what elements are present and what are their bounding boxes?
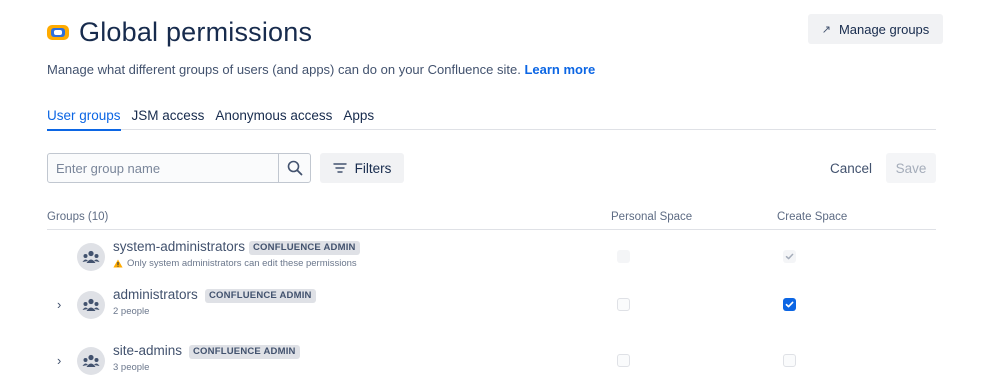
warning-text: Only system administrators can edit thes…: [127, 258, 357, 269]
group-name: administrators: [113, 287, 198, 302]
confluence-logo-icon: [47, 24, 69, 40]
personal-space-checkbox[interactable]: [617, 354, 630, 367]
chevron-right-icon[interactable]: ›: [57, 298, 69, 312]
warning-icon: [113, 259, 123, 268]
page-description: Manage what different groups of users (a…: [47, 62, 595, 77]
status-badge: CONFLUENCE ADMIN: [189, 345, 300, 359]
search-button[interactable]: [278, 154, 310, 182]
learn-more-link[interactable]: Learn more: [524, 62, 595, 77]
manage-groups-button[interactable]: ↗ Manage groups: [808, 14, 943, 44]
row-subtext: 3 people: [113, 362, 149, 373]
page-title: Global permissions: [79, 16, 313, 47]
table-row: system-administrators CONFLUENCE ADMIN O…: [47, 238, 936, 278]
column-header-personal-space: Personal Space: [611, 211, 693, 223]
search-icon: [287, 160, 302, 176]
group-icon: [82, 354, 100, 367]
row-subtext: 2 people: [113, 306, 149, 317]
create-space-checkbox[interactable]: [783, 354, 796, 367]
manage-groups-label: Manage groups: [838, 21, 930, 37]
table-row: › site-admins CONFLUENCE ADMIN 3 people: [47, 342, 936, 382]
cancel-button[interactable]: Cancel: [822, 153, 880, 183]
personal-space-checkbox[interactable]: [617, 298, 630, 311]
member-count: 2 people: [113, 306, 150, 317]
tab-apps[interactable]: Apps: [343, 108, 374, 130]
personal-space-checkbox[interactable]: [617, 250, 630, 263]
table-divider: [47, 229, 936, 230]
description-text: Manage what different groups of users (a…: [47, 62, 521, 77]
column-header-groups: Groups (10): [47, 211, 109, 223]
avatar: [77, 291, 105, 319]
group-icon: [82, 298, 100, 311]
member-count: 3 people: [113, 362, 150, 373]
avatar: [77, 243, 105, 271]
status-badge: CONFLUENCE ADMIN: [249, 241, 360, 255]
search-input[interactable]: [48, 154, 278, 182]
table-row: › administrators CONFLUENCE ADMIN 2 peop…: [47, 286, 936, 326]
status-badge: CONFLUENCE ADMIN: [205, 289, 316, 303]
permission-tabs: User groups JSM access Anonymous access …: [47, 108, 936, 131]
group-icon: [82, 250, 100, 263]
create-space-checkbox[interactable]: [783, 250, 796, 263]
save-button[interactable]: Save: [886, 153, 936, 183]
chevron-right-icon[interactable]: ›: [57, 354, 69, 368]
tab-jsm-access[interactable]: JSM access: [132, 108, 205, 130]
filters-button[interactable]: Filters: [320, 153, 404, 183]
filters-label: Filters: [354, 160, 392, 176]
page-header: Global permissions: [47, 14, 312, 50]
group-search: [47, 153, 311, 183]
column-header-create-space: Create Space: [777, 211, 848, 223]
tab-user-groups[interactable]: User groups: [47, 108, 121, 131]
external-arrow-icon: ↗: [821, 23, 831, 36]
filter-icon: [332, 163, 347, 173]
row-subtext: Only system administrators can edit thes…: [113, 258, 357, 269]
avatar: [77, 347, 105, 375]
group-name: site-admins: [113, 343, 183, 358]
create-space-checkbox[interactable]: [783, 298, 796, 311]
group-name: system-administrators: [113, 239, 246, 254]
tab-anonymous-access[interactable]: Anonymous access: [215, 108, 332, 130]
